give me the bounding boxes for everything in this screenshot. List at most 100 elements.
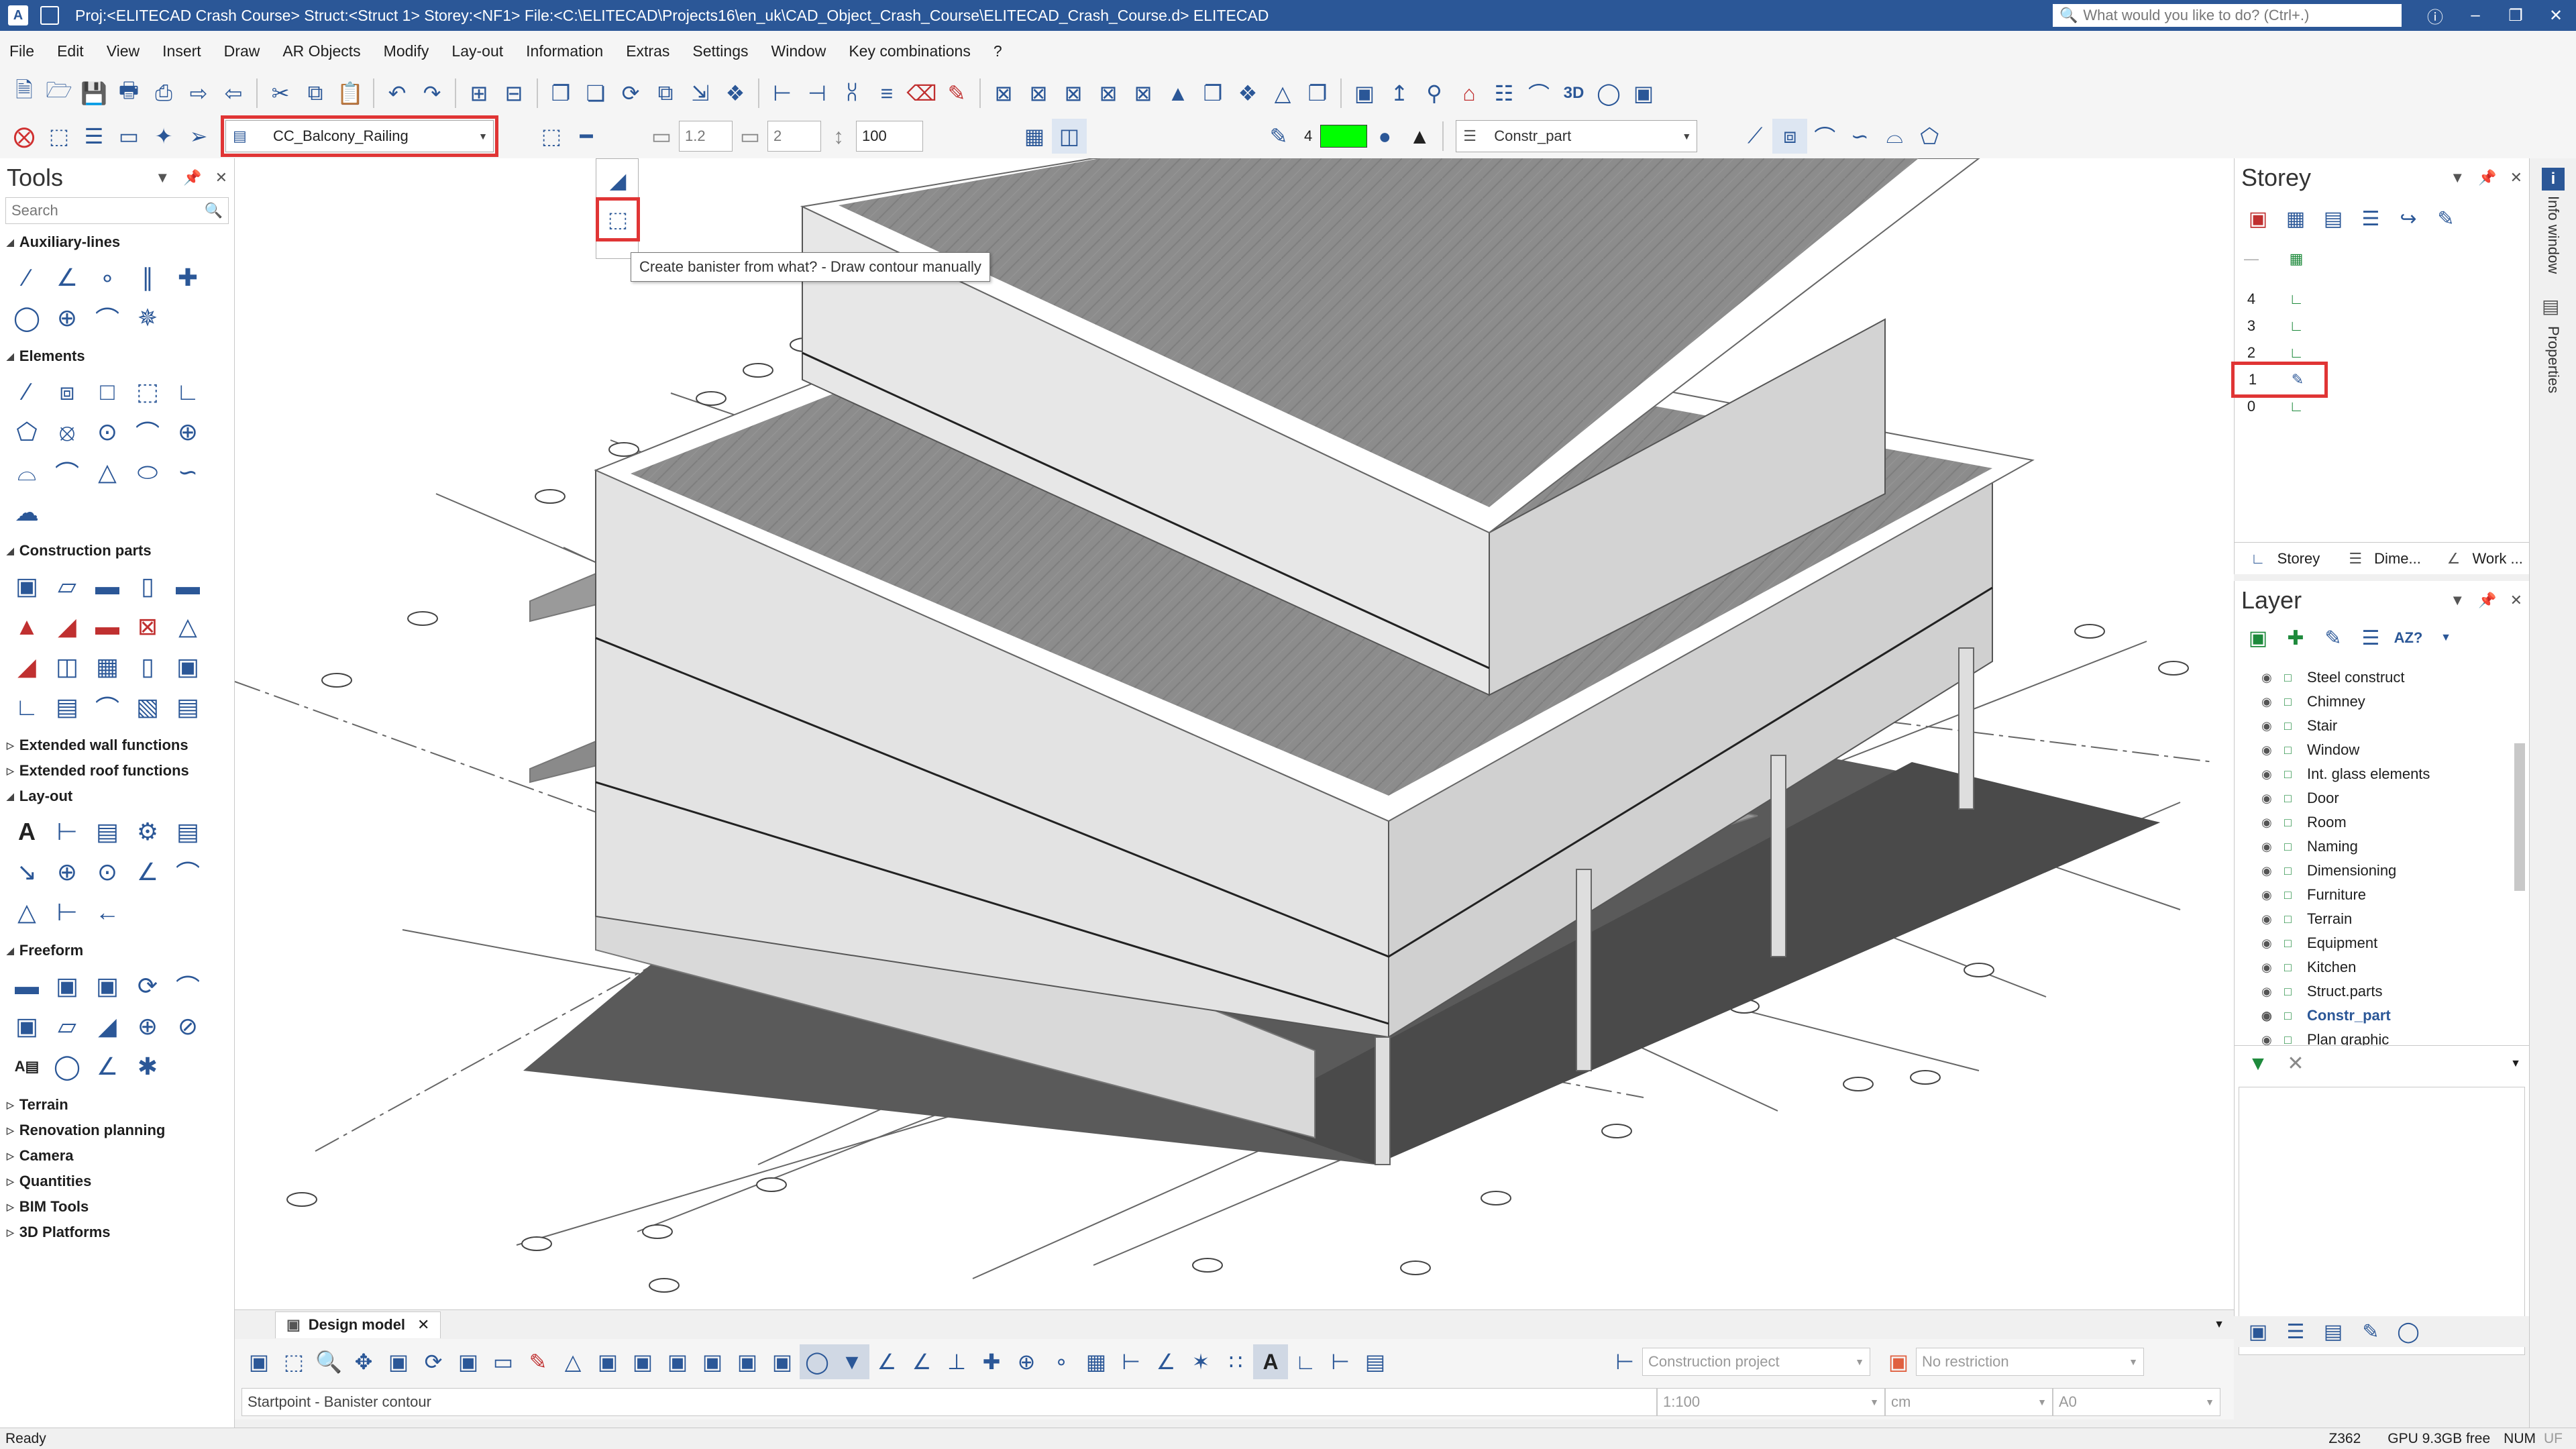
eye-icon[interactable]: ◉ (2261, 671, 2284, 685)
layer-row[interactable]: ◉ □ Terrain (2235, 907, 2529, 931)
section-construction-parts[interactable]: ◢ Construction parts (0, 538, 234, 564)
tab-storey[interactable]: ∟ Storey (2235, 550, 2332, 568)
ramp-icon[interactable]: ◢ (47, 606, 87, 647)
mirror-icon[interactable]: ⧉ (648, 76, 683, 111)
solid-view-icon[interactable]: ▣ (695, 1344, 730, 1379)
rotate-icon[interactable]: ⟳ (613, 76, 648, 111)
layer-row[interactable]: ◉ □ Chimney (2235, 690, 2529, 714)
3d-viewport[interactable] (235, 158, 2234, 1309)
info-window-icon[interactable]: i (2542, 168, 2565, 191)
scale-combo[interactable]: 1:100 ▼ (1657, 1388, 1885, 1416)
render-car-icon[interactable]: ▣ (451, 1344, 486, 1379)
section-camera[interactable]: ▷ Camera (0, 1143, 234, 1169)
section-3d-platforms[interactable]: ▷ 3D Platforms (0, 1220, 234, 1245)
dashed-rect-icon[interactable]: ⬚ (127, 372, 168, 412)
lock-icon[interactable]: □ (2284, 912, 2307, 926)
aux-arc-icon[interactable]: ⌒ (87, 298, 127, 338)
restriction-combo[interactable]: No restriction ▼ (1916, 1348, 2144, 1376)
close-icon[interactable]: ✕ (2510, 592, 2522, 609)
layer-row[interactable]: ◉ □ Furniture (2235, 883, 2529, 907)
shell-icon[interactable]: ▱ (47, 1006, 87, 1046)
shadow-view-icon[interactable]: ▣ (765, 1344, 800, 1379)
window-icon[interactable]: ▣ (241, 1344, 276, 1379)
niche-icon[interactable]: ▣ (168, 647, 208, 687)
panel-paint-icon[interactable]: ✎ (2355, 1316, 2386, 1347)
box-icon[interactable]: ▣ (7, 566, 47, 606)
view-front-icon[interactable]: ⊠ (986, 76, 1021, 111)
storey-row[interactable]: 4 ∟ (2235, 286, 2529, 313)
lock-icon[interactable]: □ (2284, 767, 2307, 782)
tools-search-input[interactable]: Search 🔍 (5, 197, 229, 224)
frame-icon[interactable]: ▭ (486, 1344, 521, 1379)
layer-combo[interactable]: ☰ Constr_part ▼ (1456, 120, 1698, 152)
section-renovation[interactable]: ▷ Renovation planning (0, 1118, 234, 1143)
restriction-icon[interactable]: ▣ (1881, 1344, 1916, 1379)
material-icon[interactable]: ● (1367, 119, 1402, 154)
contour-mode-icon[interactable]: ⬚ (534, 119, 569, 154)
roof-icon[interactable]: ▲ (7, 606, 47, 647)
label-icon[interactable]: ▤ (168, 812, 208, 852)
aux-center-icon[interactable]: ⊕ (47, 298, 87, 338)
line-icon[interactable]: ⟋ (1737, 119, 1772, 154)
select-window-icon[interactable]: ⬚ (276, 1344, 311, 1379)
lock-icon[interactable]: □ (2284, 864, 2307, 878)
arc-tool-icon[interactable]: ⌒ (127, 412, 168, 452)
column-icon[interactable]: ☷ (1487, 76, 1521, 111)
edit-icon[interactable]: ✎ (939, 76, 974, 111)
snap-dots-icon[interactable]: ∷ (1218, 1344, 1253, 1379)
stairs-icon[interactable]: ∟ (7, 687, 47, 727)
hatch-icon[interactable]: ▤ (47, 687, 87, 727)
fold-icon[interactable]: ∠ (87, 1046, 127, 1087)
spacing-icon[interactable]: ▭ (733, 119, 767, 154)
view-right-icon[interactable]: ⊠ (1091, 76, 1126, 111)
lock-icon[interactable]: □ (2284, 888, 2307, 902)
slab-icon[interactable]: ▱ (47, 566, 87, 606)
aux-line-icon[interactable]: ∕ (7, 258, 47, 298)
leader-icon[interactable]: ↘ (7, 852, 47, 892)
dropdown-icon[interactable]: ▼ (2450, 592, 2465, 609)
camera-icon[interactable]: ▣ (1626, 76, 1661, 111)
polygon-icon[interactable]: ⬠ (1912, 119, 1947, 154)
triangle-icon[interactable]: △ (87, 452, 127, 492)
eye-icon[interactable]: ◉ (2261, 888, 2284, 902)
value-field[interactable]: 100 (856, 121, 923, 152)
textured-icon[interactable]: ▣ (730, 1344, 765, 1379)
eye-icon[interactable]: ◉ (2261, 743, 2284, 757)
snap-angle-icon[interactable]: ∠ (1148, 1344, 1183, 1379)
shade-icon[interactable]: ▣ (590, 1344, 625, 1379)
layer-row[interactable]: ◉ □ Steel construct (2235, 665, 2529, 690)
gate-icon[interactable]: ▤ (168, 687, 208, 727)
eye-icon[interactable]: ◉ (2261, 1009, 2284, 1023)
eye-icon[interactable]: ◉ (2261, 840, 2284, 854)
layer-row[interactable]: ◉ □ Door (2235, 786, 2529, 810)
wall-tool-icon[interactable]: ▣ (1347, 76, 1382, 111)
aux-angle-icon[interactable]: ∠ (47, 258, 87, 298)
section-elements[interactable]: ◢ Elements (0, 343, 234, 369)
view-top-icon[interactable]: ⊠ (1126, 76, 1161, 111)
layer-row-active[interactable]: ◉ □ Constr_part (2235, 1004, 2529, 1028)
layer-dropdown-icon[interactable]: ▼ (2430, 623, 2461, 653)
level-icon[interactable]: ↥ (1382, 76, 1417, 111)
house-icon[interactable]: ⌂ (1452, 76, 1487, 111)
lock-icon[interactable]: □ (2284, 816, 2307, 830)
dimension-icon[interactable]: ↕ (821, 119, 856, 154)
pan-icon[interactable]: ✥ (346, 1344, 381, 1379)
height-field[interactable]: 1.2 (679, 121, 733, 152)
aux-circle-icon[interactable]: ◯ (7, 298, 47, 338)
arrow-icon[interactable]: ← (87, 892, 127, 932)
snap-mid-icon[interactable]: ∠ (904, 1344, 939, 1379)
pointer-icon[interactable]: ➢ (181, 119, 216, 154)
menu-ar-objects[interactable]: AR Objects (282, 42, 360, 60)
elevation-icon[interactable]: ⊕ (47, 852, 87, 892)
solid-icon[interactable]: ▣ (47, 966, 87, 1006)
grid-view-icon[interactable]: ▦ (1017, 119, 1052, 154)
paper-combo[interactable]: A0 ▼ (2053, 1388, 2220, 1416)
section-freeform[interactable]: ◢ Freeform (0, 938, 234, 963)
new-file-icon[interactable]: 🗎 (7, 76, 42, 111)
sphere-view-icon[interactable]: ◯ (800, 1344, 835, 1379)
light-icon[interactable]: ◯ (1591, 76, 1626, 111)
project-icon[interactable]: ⊢ (1607, 1344, 1642, 1379)
menu-key-combinations[interactable]: Key combinations (849, 42, 971, 60)
chain-dim-icon[interactable]: ⊢ (47, 892, 87, 932)
plate-icon[interactable]: ▬ (87, 606, 127, 647)
